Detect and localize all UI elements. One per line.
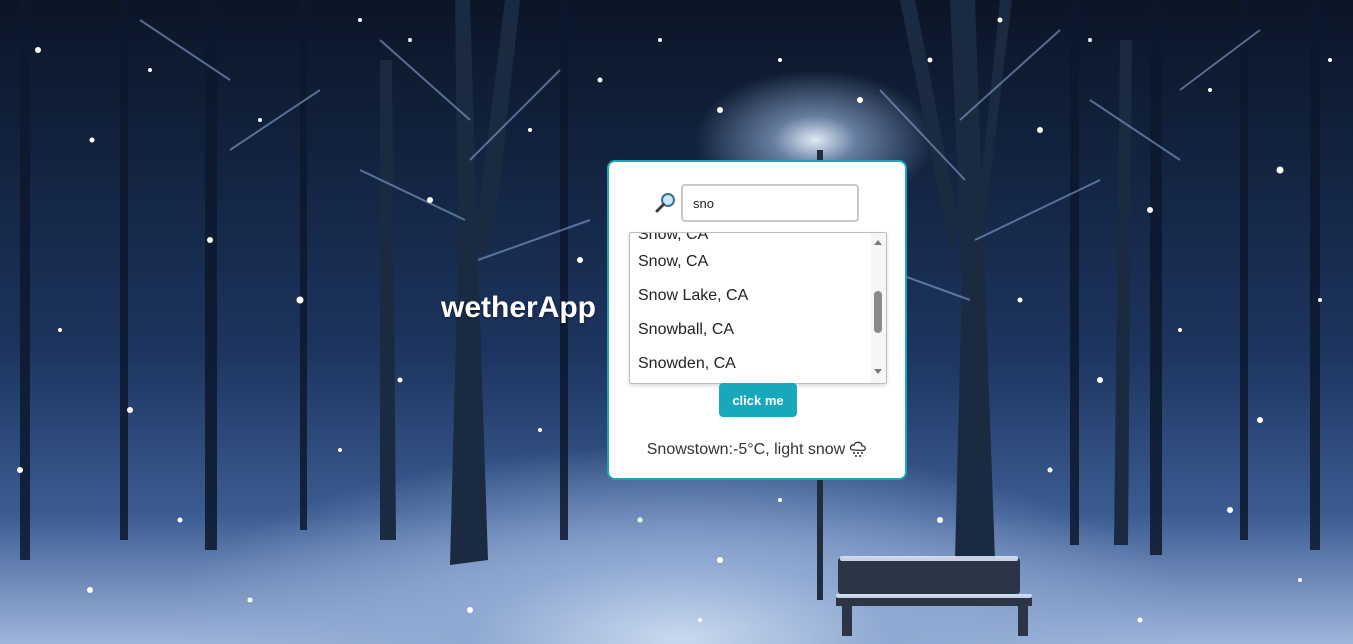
autocomplete-item[interactable]: Snowball, CA <box>630 313 870 347</box>
autocomplete-dropdown: Snow, CA Snow, CA Snow Lake, CA Snowball… <box>629 232 887 384</box>
weather-result-text: Snowstown:-5°C, light snow <box>646 441 846 458</box>
search-row <box>655 184 859 222</box>
scroll-down-arrow-icon[interactable] <box>874 369 882 374</box>
app-title: wetherApp <box>441 291 597 324</box>
city-search-input[interactable] <box>681 184 859 222</box>
scroll-up-arrow-icon[interactable] <box>874 240 882 245</box>
weather-card: Snow, CA Snow, CA Snow Lake, CA Snowball… <box>607 160 907 480</box>
snow-cloud-icon <box>849 440 867 463</box>
autocomplete-item-partial[interactable]: Snow, CA <box>630 233 870 245</box>
autocomplete-item[interactable]: Snow, CA <box>630 245 870 279</box>
magnifying-glass-icon <box>655 192 677 214</box>
dropdown-scrollbar[interactable] <box>871 233 886 383</box>
autocomplete-item[interactable]: Snowden, CA <box>630 347 870 381</box>
autocomplete-list: Snow, CA Snow, CA Snow Lake, CA Snowball… <box>630 233 870 381</box>
weather-result: Snowstown:-5°C, light snow <box>609 440 905 463</box>
autocomplete-item[interactable]: Snow Lake, CA <box>630 279 870 313</box>
scrollbar-thumb[interactable] <box>874 290 882 333</box>
submit-button[interactable]: click me <box>719 383 797 417</box>
